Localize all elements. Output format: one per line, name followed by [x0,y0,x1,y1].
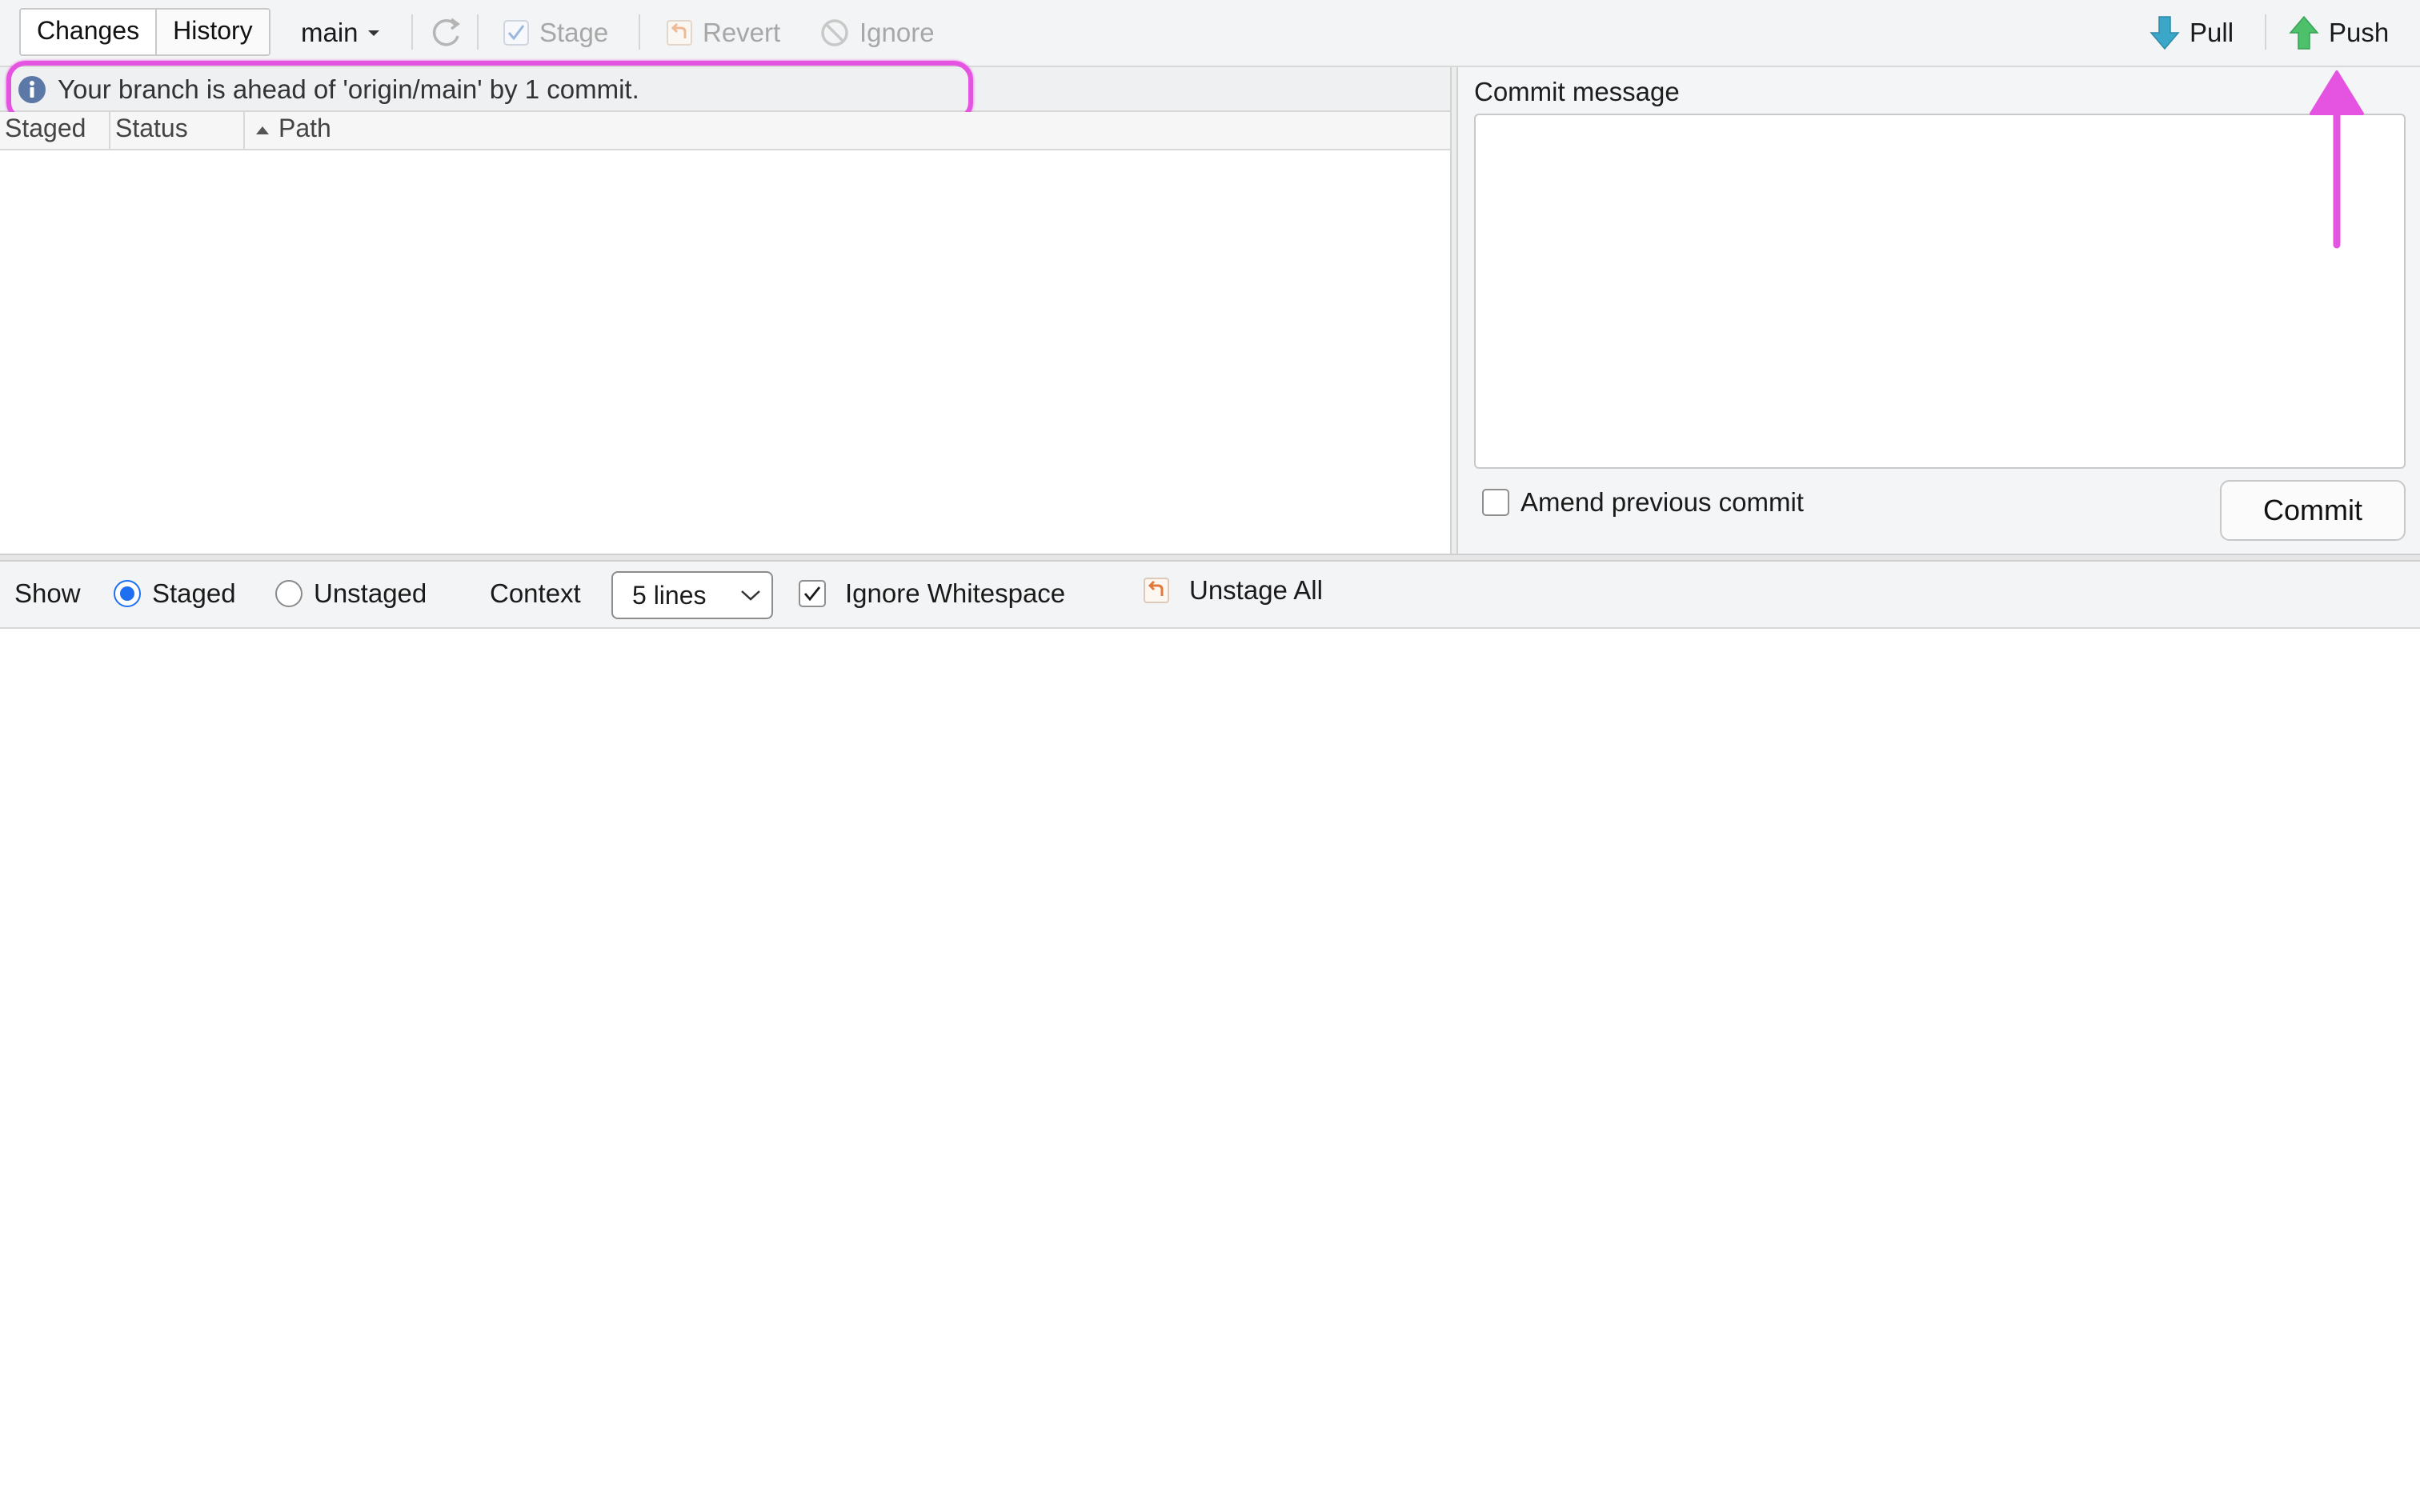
ignore-whitespace-label: Ignore Whitespace [845,578,1066,608]
sort-ascending-icon [256,126,269,134]
pull-label: Pull [2190,18,2234,47]
unstaged-label: Unstaged [314,578,427,608]
annotation-arrow-icon [2310,70,2364,249]
pull-arrow-icon [2150,16,2180,50]
vertical-splitter[interactable] [1450,67,1458,554]
chevron-down-icon [741,590,760,601]
checkmark-icon [803,586,821,602]
column-status[interactable]: Status [109,112,243,149]
column-staged[interactable]: Staged [0,112,109,149]
context-lines-select[interactable]: 5 lines [611,571,773,619]
show-label: Show [14,578,81,608]
show-unstaged-option[interactable]: Unstaged [275,573,427,614]
file-list-header: Staged Status Path [0,112,1450,150]
tab-changes[interactable]: Changes [21,10,156,54]
stage-button[interactable]: Stage [503,11,608,54]
unstaged-radio[interactable] [275,580,302,607]
ignore-whitespace-checkbox[interactable] [799,580,826,607]
refresh-button[interactable] [427,11,464,54]
diff-view[interactable] [0,629,2420,1512]
stage-label: Stage [539,18,609,47]
horizontal-splitter[interactable] [0,554,2420,562]
amend-label: Amend previous commit [1521,487,1804,517]
branch-name: main [301,18,359,47]
ignore-whitespace-option[interactable]: Ignore Whitespace [799,573,1065,614]
staged-label: Staged [152,578,236,608]
ignore-icon [821,19,848,46]
show-staged-option[interactable]: Staged [114,573,236,614]
file-list[interactable] [0,150,1450,554]
context-lines-value: 5 lines [632,580,707,610]
unstage-all-button[interactable]: Unstage All [1143,570,1323,611]
amend-previous-commit[interactable]: Amend previous commit [1482,485,1804,520]
column-path[interactable]: Path [243,112,1450,149]
view-tabs: Changes History [19,8,270,56]
commit-message-input[interactable] [1474,114,2406,469]
push-arrow-icon [2289,15,2319,50]
push-label: Push [2329,18,2390,47]
revert-icon [667,20,692,46]
unstage-all-label: Unstage All [1189,575,1323,605]
staged-radio[interactable] [114,580,141,607]
push-button[interactable]: Push [2289,11,2389,54]
amend-checkbox[interactable] [1482,489,1509,516]
branch-selector[interactable]: main [301,11,381,54]
unstage-icon [1144,578,1169,603]
ignore-label: Ignore [859,18,935,47]
commit-button[interactable]: Commit [2220,480,2406,541]
revert-button[interactable]: Revert [666,11,780,54]
checkmark-icon [503,20,529,46]
toolbar-divider [477,14,479,50]
toolbar-divider [639,14,640,50]
refresh-icon [432,18,460,46]
revert-label: Revert [703,18,781,47]
caret-down-icon [367,30,379,36]
toolbar-divider [411,14,413,50]
column-path-label: Path [278,114,331,142]
toolbar-divider [2265,14,2266,50]
context-label: Context [490,578,581,608]
tab-history[interactable]: History [155,10,269,54]
pull-button[interactable]: Pull [2150,11,2234,54]
commit-message-label: Commit message [1474,77,1680,106]
ignore-button[interactable]: Ignore [819,11,935,54]
